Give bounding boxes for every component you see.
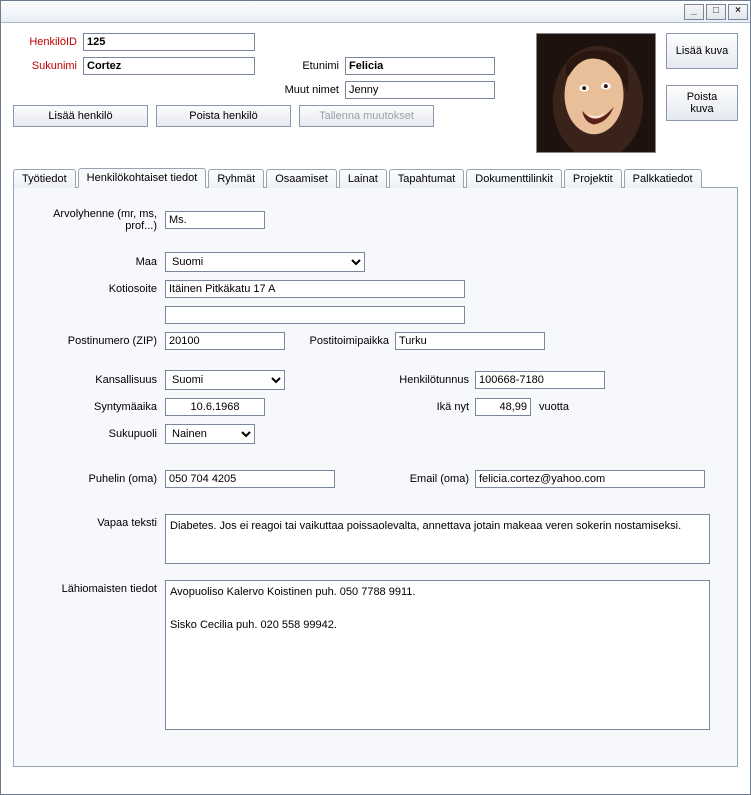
tab-panel-personal: Arvolyhenne (mr, ms, prof...) Maa Suomi … [13, 187, 738, 767]
country-select[interactable]: Suomi [165, 252, 365, 272]
label-surname: Sukunimi [13, 60, 83, 72]
email-field[interactable] [475, 470, 705, 488]
save-changes-button: Tallenna muutokset [299, 105, 434, 127]
home-address2-field[interactable] [165, 306, 465, 324]
title-field[interactable] [165, 211, 265, 229]
tab-projects[interactable]: Projektit [564, 169, 622, 188]
label-nationality: Kansallisuus [30, 374, 165, 386]
label-firstname: Etunimi [275, 60, 345, 72]
maximize-button[interactable]: □ [706, 4, 726, 20]
label-age-unit: vuotta [531, 401, 581, 413]
firstname-field[interactable] [345, 57, 495, 75]
free-text-area[interactable] [165, 514, 710, 564]
minimize-button[interactable]: _ [684, 4, 704, 20]
tab-worktiedot[interactable]: Työtiedot [13, 169, 76, 188]
label-age-now: Ikä nyt [265, 401, 475, 413]
person-photo [536, 33, 656, 153]
gender-select[interactable]: Nainen [165, 424, 255, 444]
tab-personal[interactable]: Henkilökohtaiset tiedot [78, 168, 207, 188]
label-zip: Postinumero (ZIP) [30, 335, 165, 347]
zip-field[interactable] [165, 332, 285, 350]
kin-info-area[interactable] [165, 580, 710, 730]
label-free-text: Vapaa teksti [30, 514, 165, 529]
add-person-button[interactable]: Lisää henkilö [13, 105, 148, 127]
tab-groups[interactable]: Ryhmät [208, 169, 264, 188]
post-city-field[interactable] [395, 332, 545, 350]
tab-salary[interactable]: Palkkatiedot [624, 169, 702, 188]
label-post-city: Postitoimipaikka [285, 335, 395, 347]
person-id-field[interactable] [83, 33, 255, 51]
home-address-field[interactable] [165, 280, 465, 298]
label-gender: Sukupuoli [30, 428, 165, 440]
tab-doclinks[interactable]: Dokumenttilinkit [466, 169, 562, 188]
phone-field[interactable] [165, 470, 335, 488]
label-person-id: HenkilöID [13, 36, 83, 48]
label-ssn: Henkilötunnus [285, 374, 475, 386]
delete-person-button[interactable]: Poista henkilö [156, 105, 291, 127]
surname-field[interactable] [83, 57, 255, 75]
label-home-address: Kotiosoite [30, 283, 165, 295]
content-area: HenkilöID Sukunimi Etunimi Muut nimet L [1, 23, 750, 794]
label-country: Maa [30, 256, 165, 268]
label-birthdate: Syntymäaika [30, 401, 165, 413]
label-othernames: Muut nimet [275, 84, 345, 96]
add-photo-button[interactable]: Lisää kuva [666, 33, 738, 69]
age-now-field [475, 398, 531, 416]
titlebar: _ □ × [1, 1, 750, 23]
close-button[interactable]: × [728, 4, 748, 20]
person-window: _ □ × HenkilöID Sukunimi Etunimi [0, 0, 751, 795]
ssn-field[interactable] [475, 371, 605, 389]
tab-strip: Työtiedot Henkilökohtaiset tiedot Ryhmät… [13, 167, 738, 187]
tab-events[interactable]: Tapahtumat [389, 169, 464, 188]
othernames-field[interactable] [345, 81, 495, 99]
nationality-select[interactable]: Suomi [165, 370, 285, 390]
label-kin-info: Lähiomaisten tiedot [30, 580, 165, 595]
tab-skills[interactable]: Osaamiset [266, 169, 337, 188]
label-email: Email (oma) [335, 473, 475, 485]
remove-photo-button[interactable]: Poista kuva [666, 85, 738, 121]
tab-loans[interactable]: Lainat [339, 169, 387, 188]
birthdate-field[interactable] [165, 398, 265, 416]
label-phone: Puhelin (oma) [30, 473, 165, 485]
label-title: Arvolyhenne (mr, ms, prof...) [30, 208, 165, 232]
